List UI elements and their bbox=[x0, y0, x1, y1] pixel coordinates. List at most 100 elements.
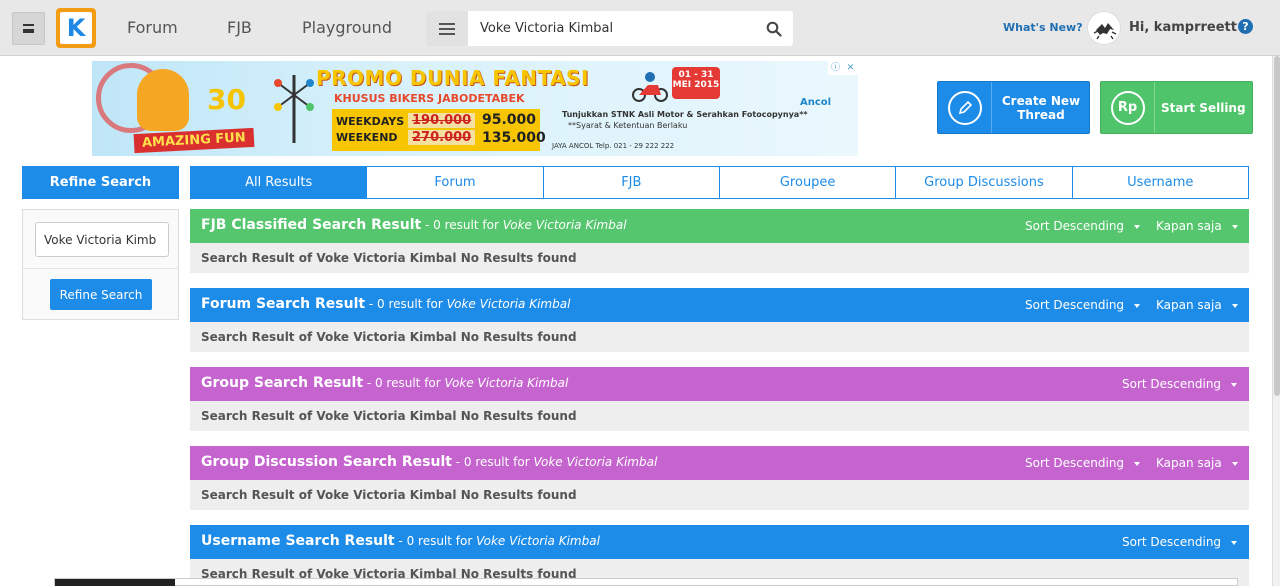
result-count: - 0 result for bbox=[363, 376, 445, 390]
create-new-thread-button[interactable]: Create New Thread bbox=[937, 81, 1090, 134]
section-meta: - 0 result for Voke Victoria Kimbal bbox=[395, 534, 600, 548]
caret-down-icon bbox=[1134, 303, 1141, 308]
search-input[interactable] bbox=[468, 11, 758, 46]
user-greeting[interactable]: Hi, kamprreett bbox=[1129, 20, 1237, 35]
time-dropdown[interactable]: Kapan saja bbox=[1156, 298, 1238, 312]
sort-label: Sort Descending bbox=[1025, 456, 1125, 470]
section-header: Username Search Result - 0 result for Vo… bbox=[190, 525, 1249, 559]
section-title: Username Search Result - 0 result for Vo… bbox=[201, 533, 600, 549]
search-bar bbox=[426, 11, 793, 46]
divider bbox=[23, 268, 178, 269]
new-price-weekend: 135.000 bbox=[482, 130, 546, 146]
tab-forum[interactable]: Forum bbox=[366, 167, 543, 198]
no-results-message: Search Result of Voke Victoria Kimbal No… bbox=[190, 480, 1249, 510]
tab-fjb[interactable]: FJB bbox=[542, 167, 719, 198]
sort-label: Sort Descending bbox=[1025, 219, 1125, 233]
nav-link-forum[interactable]: Forum bbox=[127, 18, 178, 37]
start-selling-button[interactable]: Rp Start Selling bbox=[1100, 81, 1253, 134]
time-dropdown[interactable]: Kapan saja bbox=[1156, 219, 1238, 233]
result-count: - 0 result for bbox=[421, 218, 503, 232]
caret-down-icon bbox=[1231, 461, 1238, 466]
caret-down-icon bbox=[1231, 224, 1238, 229]
query-text: Voke Victoria Kimbal bbox=[533, 455, 658, 469]
nav-link-playground[interactable]: Playground bbox=[302, 18, 392, 37]
search-icon[interactable] bbox=[766, 21, 782, 37]
list-icon bbox=[439, 22, 455, 35]
refine-search-heading: Refine Search bbox=[22, 166, 179, 199]
refine-search-panel: Refine Search bbox=[22, 209, 179, 320]
price-label-weekdays: WEEKDAYS bbox=[336, 115, 405, 128]
section-title-text: Group Search Result bbox=[201, 375, 364, 391]
fjb-result-section: FJB Classified Search Result - 0 result … bbox=[190, 209, 1249, 273]
query-text: Voke Victoria Kimbal bbox=[446, 297, 571, 311]
ride-icon bbox=[274, 75, 314, 143]
no-results-message: Search Result of Voke Victoria Kimbal No… bbox=[190, 243, 1249, 273]
section-header: Group Search Result - 0 result for Voke … bbox=[190, 367, 1249, 401]
bottom-bar-image bbox=[55, 579, 175, 586]
old-price-weekdays: 190.000 bbox=[408, 113, 476, 128]
sort-dropdown[interactable]: Sort Descending bbox=[1122, 535, 1238, 549]
refine-search-input[interactable] bbox=[35, 222, 169, 257]
tab-groupee[interactable]: Groupee bbox=[718, 167, 896, 198]
section-meta: - 0 result for Voke Victoria Kimbal bbox=[421, 218, 627, 232]
section-title: Forum Search Result - 0 result for Voke … bbox=[201, 296, 570, 312]
result-count: - 0 result for bbox=[394, 534, 477, 548]
sort-dropdown[interactable]: Sort Descending bbox=[1025, 298, 1141, 312]
tab-username[interactable]: Username bbox=[1071, 167, 1248, 198]
caret-down-icon bbox=[1231, 382, 1238, 387]
ad-choices[interactable]: ⓘ ✕ bbox=[828, 61, 858, 75]
tab-group-discussions[interactable]: Group Discussions bbox=[895, 167, 1072, 198]
promo-banner[interactable]: 30 AMAZING FUN PROMO DUNIA FANTASI KHUSU… bbox=[92, 61, 858, 156]
caret-down-icon bbox=[1134, 224, 1141, 229]
hamburger-menu-button[interactable] bbox=[12, 12, 45, 45]
time-dropdown[interactable]: Kapan saja bbox=[1156, 456, 1238, 470]
avatar-image-icon bbox=[1093, 23, 1117, 40]
tab-all-results[interactable]: All Results bbox=[191, 167, 367, 198]
caret-down-icon bbox=[1231, 303, 1238, 308]
price-label-weekend: WEEKEND bbox=[336, 131, 398, 144]
forum-result-section: Forum Search Result - 0 result for Voke … bbox=[190, 288, 1249, 352]
section-meta: - 0 result for Voke Victoria Kimbal bbox=[365, 297, 571, 311]
banner-footer: JAYA ANCOL Telp. 021 - 29 222 222 bbox=[552, 142, 675, 150]
banner-title: PROMO DUNIA FANTASI bbox=[316, 66, 589, 90]
sort-dropdown[interactable]: Sort Descending bbox=[1122, 377, 1238, 391]
query-text: Voke Victoria Kimbal bbox=[476, 534, 600, 548]
section-title-text: Username Search Result bbox=[201, 533, 395, 549]
create-icon-box bbox=[938, 82, 992, 133]
refine-search-button[interactable]: Refine Search bbox=[50, 279, 152, 310]
kaskus-logo[interactable]: K bbox=[56, 8, 96, 48]
ad-info-icon[interactable]: ⓘ bbox=[828, 61, 843, 75]
motorbike-icon bbox=[632, 72, 668, 102]
result-tabs: All Results Forum FJB Groupee Group Disc… bbox=[190, 166, 1249, 199]
help-icon[interactable]: ? bbox=[1238, 19, 1253, 34]
rupiah-icon: Rp bbox=[1110, 90, 1145, 125]
section-meta: - 0 result for Voke Victoria Kimbal bbox=[363, 376, 569, 390]
page-scrollbar[interactable] bbox=[1272, 56, 1280, 586]
group-result-section: Group Search Result - 0 result for Voke … bbox=[190, 367, 1249, 431]
caret-down-icon bbox=[1231, 540, 1238, 545]
group-discussion-result-section: Group Discussion Search Result - 0 resul… bbox=[190, 446, 1249, 510]
avatar[interactable] bbox=[1087, 11, 1121, 45]
banner-amazing-fun: AMAZING FUN bbox=[133, 127, 255, 154]
section-title-text: FJB Classified Search Result bbox=[201, 217, 422, 233]
pencil-icon bbox=[947, 90, 982, 125]
sort-dropdown[interactable]: Sort Descending bbox=[1025, 219, 1141, 233]
caret-down-icon bbox=[1134, 461, 1141, 466]
time-label: Kapan saja bbox=[1156, 298, 1222, 312]
query-text: Voke Victoria Kimbal bbox=[502, 218, 627, 232]
result-count: - 0 result for bbox=[365, 297, 447, 311]
old-price-weekend: 270.000 bbox=[408, 130, 476, 145]
scrollbar-thumb[interactable] bbox=[1274, 56, 1280, 396]
section-meta: - 0 result for Voke Victoria Kimbal bbox=[452, 455, 658, 469]
banner-note: Tunjukkan STNK Asli Motor & Serahkan Fot… bbox=[562, 110, 808, 119]
bottom-sticky-bar bbox=[54, 578, 1238, 586]
section-title-text: Group Discussion Search Result bbox=[201, 454, 452, 470]
start-selling-label: Start Selling bbox=[1161, 101, 1246, 115]
ad-close-icon[interactable]: ✕ bbox=[843, 61, 858, 75]
search-category-button[interactable] bbox=[426, 11, 468, 46]
section-title-text: Forum Search Result bbox=[201, 296, 366, 312]
section-title: FJB Classified Search Result - 0 result … bbox=[201, 217, 627, 233]
nav-link-fjb[interactable]: FJB bbox=[227, 18, 252, 37]
sort-dropdown[interactable]: Sort Descending bbox=[1025, 456, 1141, 470]
whats-new-link[interactable]: What's New? bbox=[1003, 21, 1083, 34]
